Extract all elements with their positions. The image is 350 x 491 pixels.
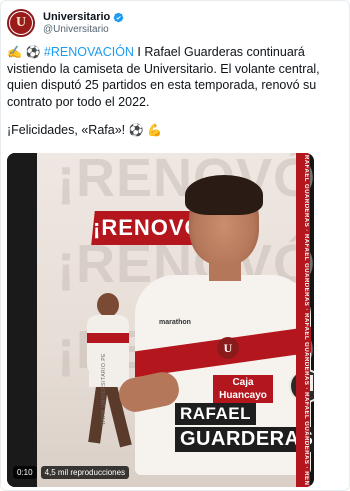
- player-action-head: [97, 293, 119, 317]
- name-row: Universitario: [43, 11, 124, 23]
- hashtag-link[interactable]: #RENOVACIÓN: [44, 45, 134, 59]
- verified-badge-icon: [113, 12, 124, 22]
- view-count: 4,5 mil reproducciones: [40, 466, 130, 479]
- player-action-shirt-band: [87, 333, 129, 343]
- author-names: Universitario @Universitario: [43, 11, 124, 35]
- video-player[interactable]: ¡RENOVÓ! ¡RENOVÓ! ¡RENOVÓ! ¡RENOVÓ! WWW.…: [7, 153, 314, 487]
- writing-hand-emoji: ✍️: [7, 45, 22, 59]
- player-action-shirt: [87, 315, 129, 375]
- shirt-sponsor: marathon: [159, 319, 191, 326]
- avatar-logo: U: [10, 12, 32, 34]
- video-poster: ¡RENOVÓ! ¡RENOVÓ! ¡RENOVÓ! ¡RENOVÓ! WWW.…: [37, 153, 314, 487]
- avatar[interactable]: U: [7, 9, 35, 37]
- video-overlay: 0:10 4,5 mil reproducciones: [13, 466, 130, 479]
- flexed-biceps-emoji: 💪: [147, 123, 162, 137]
- player-first-name: RAFAEL: [175, 403, 256, 425]
- player-last-name: GUARDERAS: [175, 427, 314, 452]
- player-action-figure: [77, 293, 137, 463]
- tweet-paragraph-1: ✍️ ⚽ #RENOVACIÓN I Rafael Guarderas cont…: [7, 44, 345, 110]
- tweet-card: U Universitario @Universitario ✍️ ⚽ #REN…: [0, 0, 350, 491]
- shirt-main-sponsor: Caja Huancayo: [213, 375, 273, 403]
- tweet-header: U Universitario @Universitario: [7, 7, 124, 39]
- soccer-ball-emoji: ⚽: [25, 45, 41, 59]
- soccer-ball-emoji: ⚽: [128, 123, 144, 137]
- side-stripe: RAFAEL GUARDERAS · RAFAEL GUARDERAS · RA…: [296, 153, 310, 487]
- video-letterbox: [7, 153, 37, 487]
- side-stripe-text: RAFAEL GUARDERAS · RAFAEL GUARDERAS · RA…: [303, 155, 309, 485]
- website-watermark: WWW.UNIVERSITARIO.PE: [101, 353, 107, 425]
- tweet-paragraph-2: ¡Felicidades, «Rafa»! ⚽ 💪: [7, 122, 345, 139]
- player-hair: [185, 175, 263, 215]
- player-name-block: RAFAEL GUARDERAS: [175, 403, 314, 452]
- shirt-club-logo: U: [217, 337, 239, 359]
- display-name[interactable]: Universitario: [43, 11, 110, 23]
- tweet-text: ✍️ ⚽ #RENOVACIÓN I Rafael Guarderas cont…: [7, 44, 345, 139]
- handle[interactable]: @Universitario: [43, 24, 124, 35]
- video-time: 0:10: [13, 466, 37, 479]
- congrats-text: ¡Felicidades, «Rafa»!: [7, 123, 129, 137]
